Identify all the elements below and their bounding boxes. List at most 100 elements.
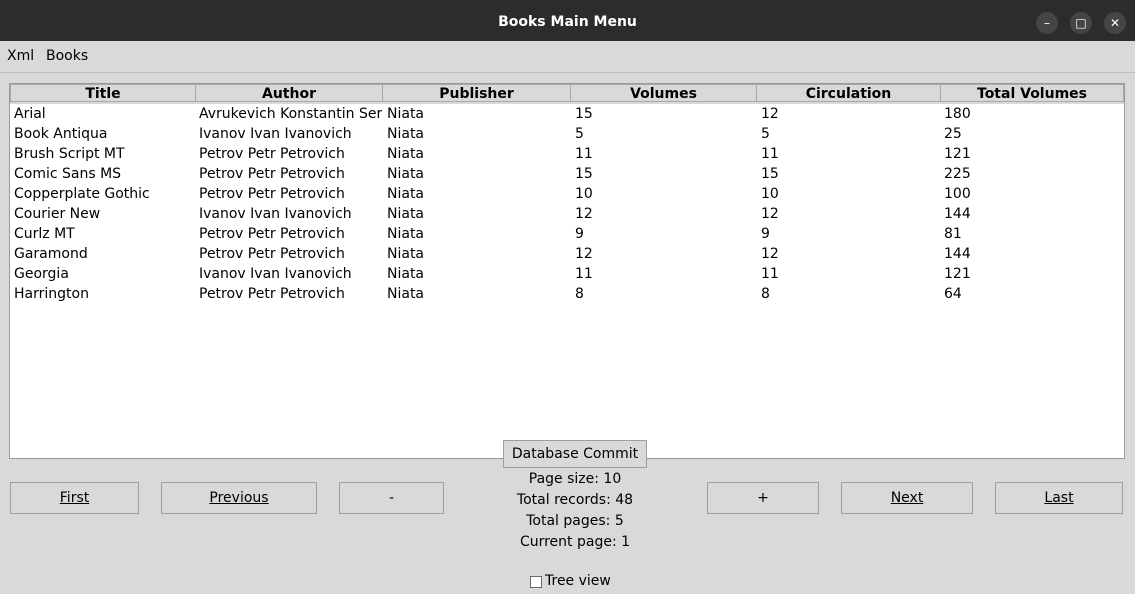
table-cell: 8: [761, 286, 770, 302]
last-button[interactable]: Last: [995, 482, 1123, 514]
table-cell: Curlz MT: [14, 226, 75, 242]
table-cell: 225: [944, 166, 971, 182]
table-cell: 11: [761, 266, 779, 282]
menu-bar: Xml Books: [0, 41, 1135, 73]
table-cell: Niata: [387, 146, 425, 162]
table-cell: Niata: [387, 126, 425, 142]
table-cell: 11: [761, 146, 779, 162]
table-cell: Avrukevich Konstantin Serg: [199, 106, 382, 122]
next-button[interactable]: Next: [841, 482, 973, 514]
table-row[interactable]: Harrington Petrov Petr Petrovich Niata 8 8 64: [10, 284, 1124, 304]
table-cell: Petrov Petr Petrovich: [199, 246, 345, 262]
table-cell: 144: [944, 246, 971, 262]
column-header-title[interactable]: Title: [10, 84, 196, 102]
table-cell: 11: [575, 266, 593, 282]
table-header: Title Author Publisher Volumes Circulati…: [10, 84, 1124, 104]
first-label: First: [59, 490, 90, 506]
table-cell: 9: [761, 226, 770, 242]
table-cell: 180: [944, 106, 971, 122]
table-row[interactable]: Garamond Petrov Petr Petrovich Niata 12 12 14…: [10, 244, 1124, 264]
table-cell: 15: [575, 166, 593, 182]
table-cell: 5: [761, 126, 770, 142]
table-row[interactable]: Copperplate Gothic Petrov Petr Petrovich N…: [10, 184, 1124, 204]
tree-view-label: Tree view: [545, 573, 611, 589]
previous-button[interactable]: Previous: [161, 482, 317, 514]
table-row[interactable]: Brush Script MT Petrov Petr Petrovich Niat…: [10, 144, 1124, 164]
table-cell: Niata: [387, 106, 425, 122]
table-row[interactable]: Courier New Ivanov Ivan Ivanovich Niata 12 1…: [10, 204, 1124, 224]
table-cell: Petrov Petr Petrovich: [199, 186, 345, 202]
table-cell: 12: [761, 206, 779, 222]
table-row[interactable]: Arial Avrukevich Konstantin Serg Niata 15 12…: [10, 104, 1124, 124]
table-cell: Ivanov Ivan Ivanovich: [199, 206, 352, 222]
table-cell: 5: [575, 126, 584, 142]
page-size-increase-button[interactable]: +: [707, 482, 819, 514]
table-cell: 11: [575, 146, 593, 162]
table-cell: Petrov Petr Petrovich: [199, 286, 345, 302]
table-cell: 81: [944, 226, 962, 242]
database-commit-button[interactable]: Database Commit: [503, 440, 647, 468]
table-cell: 64: [944, 286, 962, 302]
table-cell: 100: [944, 186, 971, 202]
first-button[interactable]: First: [10, 482, 139, 514]
table-cell: Niata: [387, 166, 425, 182]
minimize-icon[interactable]: –: [1036, 12, 1058, 34]
checkbox-box[interactable]: [530, 576, 542, 588]
table-cell: Niata: [387, 266, 425, 282]
table-cell: 12: [761, 106, 779, 122]
table-cell: 25: [944, 126, 962, 142]
table-cell: Ivanov Ivan Ivanovich: [199, 266, 352, 282]
main-window: Xml Books Title Author Publisher Volumes…: [0, 41, 1135, 594]
current-page-text: Current page: 1: [519, 534, 631, 550]
menu-xml[interactable]: Xml: [7, 41, 34, 72]
next-label: Next: [890, 490, 924, 506]
table-cell: Niata: [387, 246, 425, 262]
table-cell: 12: [575, 206, 593, 222]
table-cell: Petrov Petr Petrovich: [199, 226, 345, 242]
table-cell: Niata: [387, 286, 425, 302]
table-cell: 10: [761, 186, 779, 202]
menu-books[interactable]: Books: [46, 41, 88, 72]
table-cell: 10: [575, 186, 593, 202]
table-cell: Niata: [387, 226, 425, 242]
table-cell: Niata: [387, 206, 425, 222]
table-cell: Arial: [14, 106, 46, 122]
column-header-author[interactable]: Author: [195, 84, 383, 102]
table-cell: 144: [944, 206, 971, 222]
table-cell: 8: [575, 286, 584, 302]
table-cell: Petrov Petr Petrovich: [199, 166, 345, 182]
table-row[interactable]: Curlz MT Petrov Petr Petrovich Niata 9 9 81: [10, 224, 1124, 244]
table-row[interactable]: Comic Sans MS Petrov Petr Petrovich Niata 1…: [10, 164, 1124, 184]
column-header-circulation[interactable]: Circulation: [756, 84, 941, 102]
table-cell: Copperplate Gothic: [14, 186, 150, 202]
table-cell: Petrov Petr Petrovich: [199, 146, 345, 162]
table-cell: Brush Script MT: [14, 146, 125, 162]
table-cell: 121: [944, 146, 971, 162]
table-cell: 12: [575, 246, 593, 262]
title-bar: Books Main Menu – □ ✕: [0, 0, 1135, 41]
total-pages-text: Total pages: 5: [526, 513, 624, 529]
books-table[interactable]: Title Author Publisher Volumes Circulati…: [9, 83, 1125, 459]
table-cell: 12: [761, 246, 779, 262]
table-cell: Georgia: [14, 266, 69, 282]
table-cell: Book Antiqua: [14, 126, 108, 142]
table-cell: Niata: [387, 186, 425, 202]
table-cell: 15: [761, 166, 779, 182]
table-cell: 121: [944, 266, 971, 282]
previous-label: Previous: [209, 490, 269, 506]
column-header-volumes[interactable]: Volumes: [570, 84, 757, 102]
column-header-publisher[interactable]: Publisher: [382, 84, 571, 102]
close-icon[interactable]: ✕: [1104, 12, 1126, 34]
total-records-text: Total records: 48: [516, 492, 634, 508]
maximize-icon[interactable]: □: [1070, 12, 1092, 34]
table-row[interactable]: Georgia Ivanov Ivan Ivanovich Niata 11 11 121: [10, 264, 1124, 284]
table-row[interactable]: Book Antiqua Ivanov Ivan Ivanovich Niata 5 5…: [10, 124, 1124, 144]
table-cell: Garamond: [14, 246, 88, 262]
table-cell: 15: [575, 106, 593, 122]
page-size-decrease-button[interactable]: -: [339, 482, 444, 514]
column-header-total-volumes[interactable]: Total Volumes: [940, 84, 1124, 102]
table-cell: Comic Sans MS: [14, 166, 122, 182]
table-cell: Ivanov Ivan Ivanovich: [199, 126, 352, 142]
table-cell: Courier New: [14, 206, 101, 222]
last-label: Last: [1044, 490, 1074, 506]
